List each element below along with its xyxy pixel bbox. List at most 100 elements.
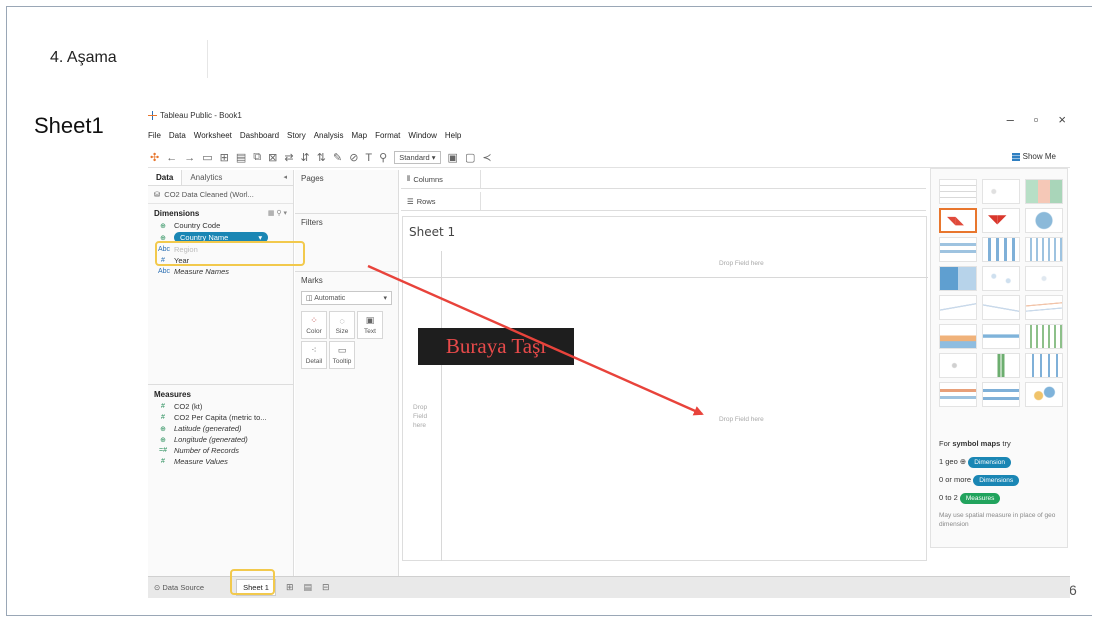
new-story-icon[interactable]: ⊟ [322, 582, 330, 593]
field-number-of-records[interactable]: =# Number of Records [148, 445, 294, 456]
chart-side-by-side-bars[interactable] [1025, 237, 1063, 262]
title-divider [207, 40, 208, 78]
clear-icon[interactable]: ⊠ [268, 151, 277, 164]
undo-icon[interactable]: ← [166, 152, 177, 164]
drop-zone-rows[interactable]: Drop Field here [413, 403, 437, 430]
chart-pie[interactable] [1025, 208, 1063, 233]
redo-icon[interactable]: → [184, 152, 195, 164]
presentation-icon[interactable]: ▣ [448, 151, 458, 164]
size-button[interactable]: ◌ Size [329, 311, 355, 339]
share-icon[interactable]: ≺ [482, 151, 491, 164]
chart-area-discrete[interactable] [982, 324, 1020, 349]
chart-histogram[interactable] [982, 353, 1020, 378]
mark-type-select[interactable]: ◫ Automatic ▾ [301, 291, 392, 305]
chart-stacked-bars[interactable] [982, 237, 1020, 262]
show-me-button[interactable]: Show Me [1011, 152, 1056, 161]
field-measure-names[interactable]: Abc Measure Names [148, 266, 293, 277]
chart-treemap[interactable] [939, 266, 977, 291]
group-icon[interactable]: ⊘ [349, 151, 358, 164]
menu-story[interactable]: Story [287, 131, 306, 143]
field-co2-kt[interactable]: # CO2 (kt) [148, 401, 294, 412]
new-sheet-icon[interactable]: ⊞ [286, 582, 294, 593]
hint-title-prefix: For [939, 439, 953, 448]
chart-area-continuous[interactable] [939, 324, 977, 349]
chart-filled-map[interactable]: ◥◤ [982, 208, 1020, 233]
tooltip-button[interactable]: ▭ Tooltip [329, 341, 355, 369]
field-country-code[interactable]: ⊕ Country Code [148, 220, 293, 231]
chart-horizontal-bars[interactable] [939, 237, 977, 262]
chart-lines-discrete[interactable] [982, 295, 1020, 320]
chart-heat-map[interactable] [982, 179, 1020, 204]
color-button[interactable]: ⁘ Color [301, 311, 327, 339]
new-dashboard-icon[interactable]: ▤ [304, 582, 313, 593]
req1-prefix: 1 geo [939, 457, 958, 466]
menu-file[interactable]: File [148, 131, 161, 143]
toolbar: ✣ ← → ▭ ⊞ ▤ ⧉ ⊠ ⇄ ⇵ ⇅ ✎ ⊘ T ⚲ Standard ▾… [148, 148, 1070, 168]
fit-select[interactable]: Standard ▾ [394, 151, 441, 164]
dimension-pill: Dimension [968, 456, 1011, 468]
save-icon[interactable]: ▭ [202, 151, 212, 164]
dimension-tools-icon[interactable]: ▦ ⚲ ▾ [268, 209, 287, 218]
field-co2-per-capita[interactable]: # CO2 Per Capita (metric to... [148, 412, 294, 423]
labels-icon[interactable]: T [365, 152, 372, 164]
duplicate-icon[interactable]: ⧉ [253, 151, 261, 164]
chart-text-table[interactable] [939, 179, 977, 204]
tab-data[interactable]: Data [148, 170, 183, 185]
sort-asc-icon[interactable]: ⇵ [301, 151, 310, 164]
swap-icon[interactable]: ⇄ [284, 151, 293, 164]
new-datasource-icon[interactable]: ⊞ [220, 151, 229, 164]
calculated-number-icon: =# [159, 447, 167, 454]
close-button[interactable]: × [1058, 112, 1066, 127]
drop-zone-columns[interactable]: Drop Field here [719, 260, 764, 267]
chart-packed-bubbles[interactable] [1025, 382, 1063, 407]
highlight-icon[interactable]: ✎ [333, 151, 342, 164]
chart-highlight-table[interactable] [1025, 179, 1063, 204]
field-measure-values[interactable]: # Measure Values [148, 456, 294, 467]
show-me-panel: ◥◣ ◥◤ For symbol maps try 1 geo ⊕ Dimens… [930, 168, 1068, 548]
maximize-button[interactable]: ▫ [1034, 112, 1039, 127]
filters-shelf[interactable]: Filters [295, 214, 398, 272]
tooltip-icon[interactable]: ▢ [465, 151, 475, 164]
menu-window[interactable]: Window [408, 131, 436, 143]
field-latitude[interactable]: ⊕ Latitude (generated) [148, 423, 294, 434]
chart-bullet-graph[interactable] [982, 382, 1020, 407]
chart-scatter-plot[interactable] [939, 353, 977, 378]
measures-section: Measures # CO2 (kt) # CO2 Per Capita (me… [148, 384, 294, 467]
new-worksheet-icon[interactable]: ▤ [236, 151, 246, 164]
columns-shelf[interactable]: ⦀ Columns [401, 170, 926, 189]
minimize-button[interactable]: – [1007, 112, 1014, 127]
chart-side-by-side-circles[interactable] [1025, 266, 1063, 291]
menu-analysis[interactable]: Analysis [314, 131, 344, 143]
chart-box-whisker[interactable] [1025, 353, 1063, 378]
menu-dashboard[interactable]: Dashboard [240, 131, 279, 143]
datasource-item[interactable]: ⛁ CO2 Data Cleaned (Worl... [148, 186, 293, 204]
rows-label: Rows [416, 196, 436, 206]
sort-desc-icon[interactable]: ⇅ [317, 151, 326, 164]
pages-shelf[interactable]: Pages [295, 170, 398, 214]
chart-lines-continuous[interactable] [939, 295, 977, 320]
menu-map[interactable]: Map [352, 131, 368, 143]
chart-dual-combination[interactable] [1025, 324, 1063, 349]
detail-button[interactable]: ⁖ Detail [301, 341, 327, 369]
worksheet-canvas[interactable]: Sheet 1 Drop Field here Drop Field here … [402, 216, 928, 561]
pane-collapse-icon[interactable]: ◂ [277, 170, 293, 185]
chart-symbol-map[interactable]: ◥◣ [939, 208, 977, 233]
chart-gantt[interactable] [939, 382, 977, 407]
canvas-column-divider [403, 277, 928, 278]
highlight-country-name [155, 241, 305, 266]
menu-data[interactable]: Data [169, 131, 186, 143]
chart-circle-view[interactable] [982, 266, 1020, 291]
field-longitude[interactable]: ⊕ Longitude (generated) [148, 434, 294, 445]
pin-icon[interactable]: ⚲ [379, 151, 387, 164]
chart-dual-lines[interactable] [1025, 295, 1063, 320]
data-source-tab[interactable]: ⊙ Data Source [154, 583, 204, 592]
menu-worksheet[interactable]: Worksheet [194, 131, 232, 143]
dimensions-header: Dimensions ▦ ⚲ ▾ [148, 204, 293, 220]
tab-analytics[interactable]: Analytics [182, 170, 230, 185]
tableau-home-icon[interactable]: ✣ [150, 151, 159, 164]
menu-format[interactable]: Format [375, 131, 400, 143]
rows-shelf[interactable]: ☰ Rows [401, 192, 926, 211]
drop-zone-center[interactable]: Drop Field here [719, 416, 764, 423]
text-button[interactable]: ▣ Text [357, 311, 383, 339]
menu-help[interactable]: Help [445, 131, 461, 143]
